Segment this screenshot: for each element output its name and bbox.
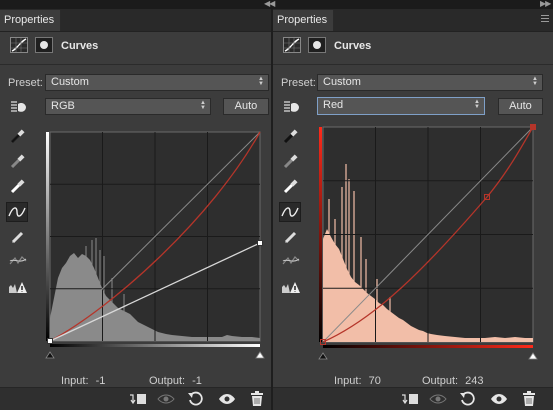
reset-icon[interactable] [458,391,476,407]
auto-button[interactable]: Auto [223,98,269,115]
preset-dropdown[interactable]: Custom ▲ ▼ [317,74,543,91]
curve-points-icon[interactable] [279,202,301,222]
view-previous-state-icon[interactable] [429,391,447,407]
curves-adjustment-icon[interactable] [10,37,28,53]
preset-value: Custom [51,76,89,88]
output-value: -1 [192,375,202,387]
white-point-slider[interactable] [528,352,538,360]
black-point-eyedropper-icon[interactable] [7,126,29,146]
tab-properties[interactable]: Properties [0,10,61,31]
preset-label: Preset: [281,77,316,89]
divider [0,64,271,65]
dropdown-arrows-icon: ▲ ▼ [200,100,206,111]
input-label: Input: [61,375,89,387]
pencil-draw-icon[interactable] [7,227,29,247]
visibility-eye-icon[interactable] [490,391,508,407]
preset-label: Preset: [8,77,43,89]
input-value: 70 [368,375,381,387]
visibility-eye-icon[interactable] [218,391,236,407]
clip-to-layer-icon[interactable] [129,391,147,407]
input-label: Input: [334,375,362,387]
channel-dropdown[interactable]: RGB ▲ ▼ [45,98,211,115]
on-image-adjust-icon[interactable] [7,97,29,117]
collapse-panels-icon-right[interactable]: ▶▶ [540,0,551,8]
panel-title: Curves [61,40,99,52]
smooth-curve-icon[interactable] [280,251,302,271]
panel-menu-icon[interactable] [541,15,549,22]
panel-bottom-bar [0,387,271,410]
clip-to-layer-icon[interactable] [401,391,419,407]
auto-button[interactable]: Auto [498,98,543,115]
dropdown-arrows-icon: ▲ ▼ [532,76,538,87]
curve-point-white[interactable] [530,124,536,130]
input-readout: Input: -1 [61,375,105,387]
curves-graph[interactable] [315,119,543,364]
panel-header: Curves [0,32,271,62]
preset-value: Custom [323,76,361,88]
layer-mask-icon[interactable] [308,37,326,53]
view-previous-state-icon[interactable] [157,391,175,407]
divider [273,64,553,65]
on-image-adjust-icon[interactable] [280,97,302,117]
tab-properties[interactable]: Properties [273,10,334,31]
black-point-eyedropper-icon[interactable] [280,126,302,146]
clipping-warning-icon[interactable] [280,277,302,297]
properties-panel-red: Properties Curves Preset: Custom ▲ ▼ Red … [273,9,553,410]
input-readout: Input: 70 [334,375,381,387]
pencil-draw-icon[interactable] [280,227,302,247]
delete-trash-icon[interactable] [248,391,266,407]
layer-mask-icon[interactable] [35,37,53,53]
gray-point-eyedropper-icon[interactable] [280,151,302,171]
smooth-curve-icon[interactable] [7,251,29,271]
reset-icon[interactable] [186,391,204,407]
output-readout: Output: -1 [149,375,202,387]
output-label: Output: [149,375,186,387]
curves-adjustment-icon[interactable] [283,37,301,53]
dropdown-arrows-icon: ▲ ▼ [258,76,264,87]
output-readout: Output: 243 [422,375,484,387]
panel-title: Curves [334,40,372,52]
channel-dropdown[interactable]: Red ▲ ▼ [317,97,485,115]
curve-point-black[interactable] [47,338,53,344]
clipping-warning-icon[interactable] [7,277,29,297]
properties-panel-rgb: Properties Curves Preset: Custom ▲ ▼ RGB … [0,9,271,410]
panel-tab-bar: Properties [273,9,553,32]
gray-point-eyedropper-icon[interactable] [7,151,29,171]
output-value: 243 [465,375,484,387]
white-point-eyedropper-icon[interactable] [7,176,29,196]
curves-graph[interactable] [42,128,270,364]
collapse-panels-icon[interactable]: ◀◀ [264,0,275,8]
black-point-slider[interactable] [318,352,328,360]
panel-header: Curves [273,32,553,62]
delete-trash-icon[interactable] [520,391,538,407]
panel-tab-bar: Properties [0,9,271,32]
panel-dock-top-strip [0,0,553,9]
dropdown-arrows-icon: ▲ ▼ [474,99,480,110]
panel-bottom-bar [273,387,553,410]
output-label: Output: [422,375,459,387]
input-value: -1 [95,375,106,387]
channel-value: Red [323,99,344,111]
curve-point-white[interactable] [257,240,263,246]
white-point-eyedropper-icon[interactable] [280,176,302,196]
channel-value: RGB [51,100,75,112]
curve-points-icon[interactable] [6,202,28,222]
preset-dropdown[interactable]: Custom ▲ ▼ [45,74,269,91]
